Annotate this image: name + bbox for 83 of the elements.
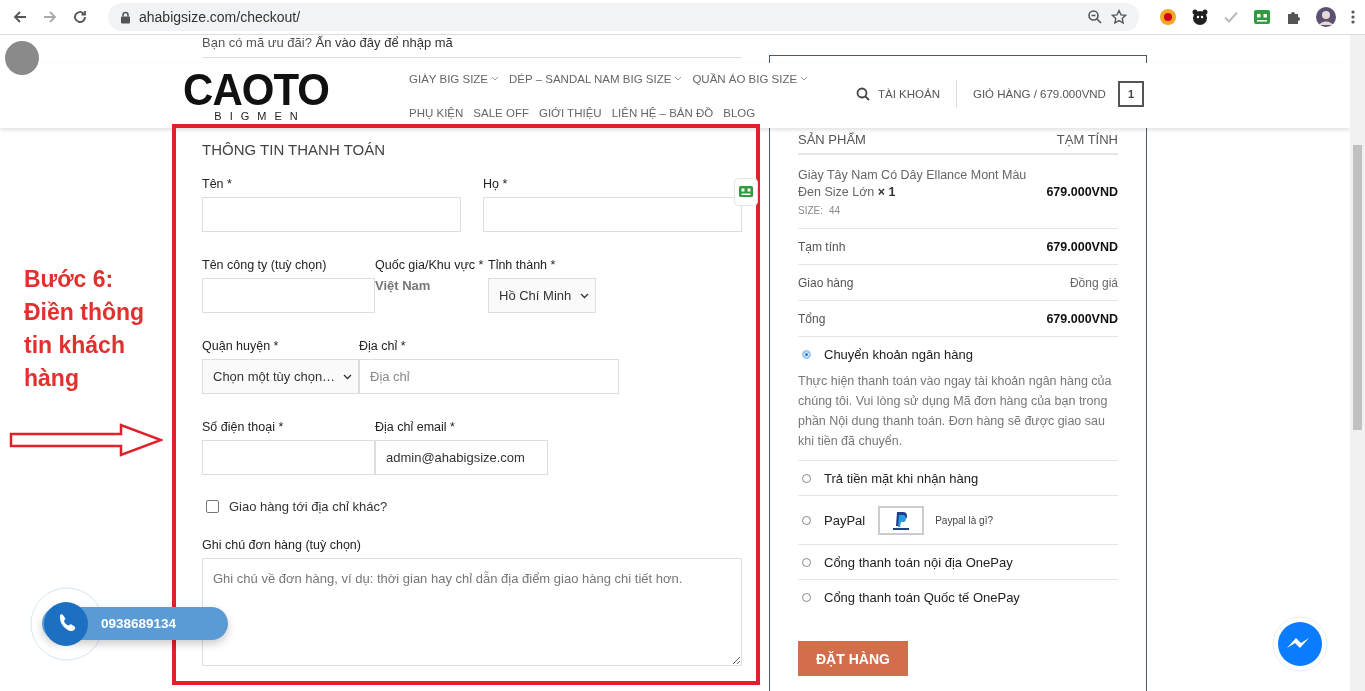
radio-button[interactable] — [802, 350, 811, 359]
total-label: Tổng — [798, 311, 826, 326]
arrow-icon — [9, 423, 163, 457]
text-field[interactable] — [202, 197, 461, 232]
field-value: Việt Nam — [375, 278, 432, 295]
info-link[interactable]: Paypal là gì? — [935, 515, 994, 526]
field-label: Địa chỉ email * — [375, 419, 456, 436]
payment-option-label[interactable]: Trả tiền mặt khi nhận hàng — [824, 471, 979, 486]
nav-link[interactable]: GIỚI THIỆU — [538, 106, 602, 119]
nav-link[interactable]: LIÊN HỆ – BẢN ĐỒ — [611, 106, 714, 119]
avatar-icon[interactable] — [1315, 6, 1337, 28]
star-icon[interactable] — [1111, 9, 1127, 25]
product-name: Giày Tây Nam Có Dây Ellance Mont Màu Đen Size Lớn × 1 — [798, 167, 1028, 201]
site-logo: CAOTO — [183, 68, 329, 111]
dropdown-field[interactable]: Chọn một tùy chọn… — [202, 359, 359, 394]
caret-icon — [580, 292, 589, 299]
text-field[interactable] — [202, 278, 375, 313]
extension-icon[interactable] — [1159, 8, 1177, 26]
dropdown-field[interactable]: Hồ Chí Minh — [488, 278, 596, 313]
checkbox-label[interactable]: Giao hàng tới địa chỉ khác? — [229, 499, 388, 514]
total-label: Giao hàng — [798, 275, 854, 290]
payment-option-label[interactable]: Cổng thanh toán nội địa OnePay — [824, 555, 1013, 570]
field-label: Tên công ty (tuỳ chọn) — [202, 257, 328, 274]
nav-link[interactable]: GIÀY BIG SIZE — [409, 72, 500, 85]
phone-icon[interactable] — [44, 602, 88, 646]
puzzle-icon[interactable] — [1285, 9, 1301, 25]
field-label: Địa chỉ * — [359, 338, 407, 355]
meta-value: 44 — [829, 205, 841, 216]
section-title: THÔNG TIN THANH TOÁN — [202, 141, 387, 158]
field-label: Quốc gia/Khu vực * — [375, 257, 485, 274]
round-handle[interactable] — [5, 41, 39, 75]
account-link[interactable]: TÀI KHOẢN — [878, 88, 940, 100]
payment-description: Thực hiện thanh toán vào ngay tài khoản ngân hàng của chúng tôi. Vui lòng sử dụng Mã đơn hàng của bạn trong phần Nội dung thanh toán. Đơn hàng sẽ được giao sau khi tiền đã chuyển. — [798, 373, 1113, 450]
text-field[interactable]: Địa chỉ — [359, 359, 619, 394]
nav-link[interactable]: PHỤ KIỆN — [409, 106, 464, 119]
payment-logo-icon — [878, 506, 925, 535]
search-icon[interactable] — [856, 87, 870, 101]
total-label: Tạm tính — [798, 239, 846, 254]
cart-count[interactable]: 1 — [1117, 81, 1144, 107]
more-menu-icon[interactable] — [1351, 9, 1355, 25]
product-price: 679.000VND — [1046, 184, 1118, 199]
coupon-question: Bạn có mã ưu đãi? — [202, 35, 312, 50]
reload-icon[interactable] — [72, 9, 88, 25]
caret-icon — [343, 373, 352, 380]
coupon-link[interactable]: Ấn vào đây để nhập mã — [315, 35, 453, 50]
field-label: Số điện thoại * — [202, 419, 285, 436]
check-icon[interactable] — [1223, 9, 1239, 25]
notes-field[interactable]: Ghi chú về đơn hàng, ví dụ: thời gian hay chỉ dẫn địa điểm giao hàng chi tiết hơn. — [202, 558, 742, 666]
field-label: Quận huyện * — [202, 338, 280, 355]
payment-option-label[interactable]: Cổng thanh toán Quốc tế OnePay — [824, 590, 1020, 605]
bear-icon[interactable] — [1191, 8, 1209, 26]
nav-link[interactable]: BLOG — [723, 106, 756, 119]
total-value: Đồng giá — [1069, 275, 1118, 290]
checkbox[interactable] — [206, 500, 219, 513]
step-caption: Bước 6: Điền thông tin khách hàng — [24, 265, 146, 393]
cart-link[interactable]: GIỎ HÀNG / 679.000VND — [973, 88, 1106, 100]
forward-icon[interactable] — [42, 9, 58, 25]
nav-link[interactable]: QUẦN ÁO BIG SIZE — [692, 72, 809, 85]
total-value: 679.000VND — [1046, 311, 1118, 326]
back-icon[interactable] — [12, 9, 28, 25]
payment-option-label[interactable]: Chuyển khoản ngân hàng — [824, 347, 973, 362]
column-header: TẠM TÍNH — [1056, 132, 1118, 147]
field-label: Tỉnh thành * — [488, 257, 557, 274]
field-label: Họ * — [483, 176, 509, 193]
robot-icon[interactable] — [1253, 9, 1271, 25]
field-label: Ghi chú đơn hàng (tuỳ chọn) — [202, 537, 362, 554]
address-bar[interactable]: ahabigsize.com/checkout/ — [108, 3, 1139, 31]
logo-tagline: BIGMEN — [213, 109, 306, 122]
field-label: Tên * — [202, 176, 233, 193]
messenger-icon[interactable] — [1272, 616, 1328, 672]
nav-link[interactable]: SALE OFF — [473, 106, 529, 119]
meta-label: SIZE: — [798, 205, 823, 216]
nav-link[interactable]: DÉP – SANDAL NAM BIG SIZE — [509, 72, 683, 85]
lock-icon — [120, 10, 131, 24]
scrollbar-thumb[interactable] — [1353, 145, 1362, 430]
payment-option-label[interactable]: PayPal — [824, 513, 866, 528]
text-field[interactable] — [202, 440, 375, 475]
text-field[interactable]: admin@ahabigsize.com — [375, 440, 548, 475]
text-field[interactable] — [483, 197, 742, 232]
zoom-out-icon[interactable] — [1087, 9, 1103, 25]
total-value: 679.000VND — [1046, 239, 1118, 254]
robot-icon[interactable] — [734, 178, 758, 206]
column-header: SẢN PHẨM — [798, 132, 866, 147]
